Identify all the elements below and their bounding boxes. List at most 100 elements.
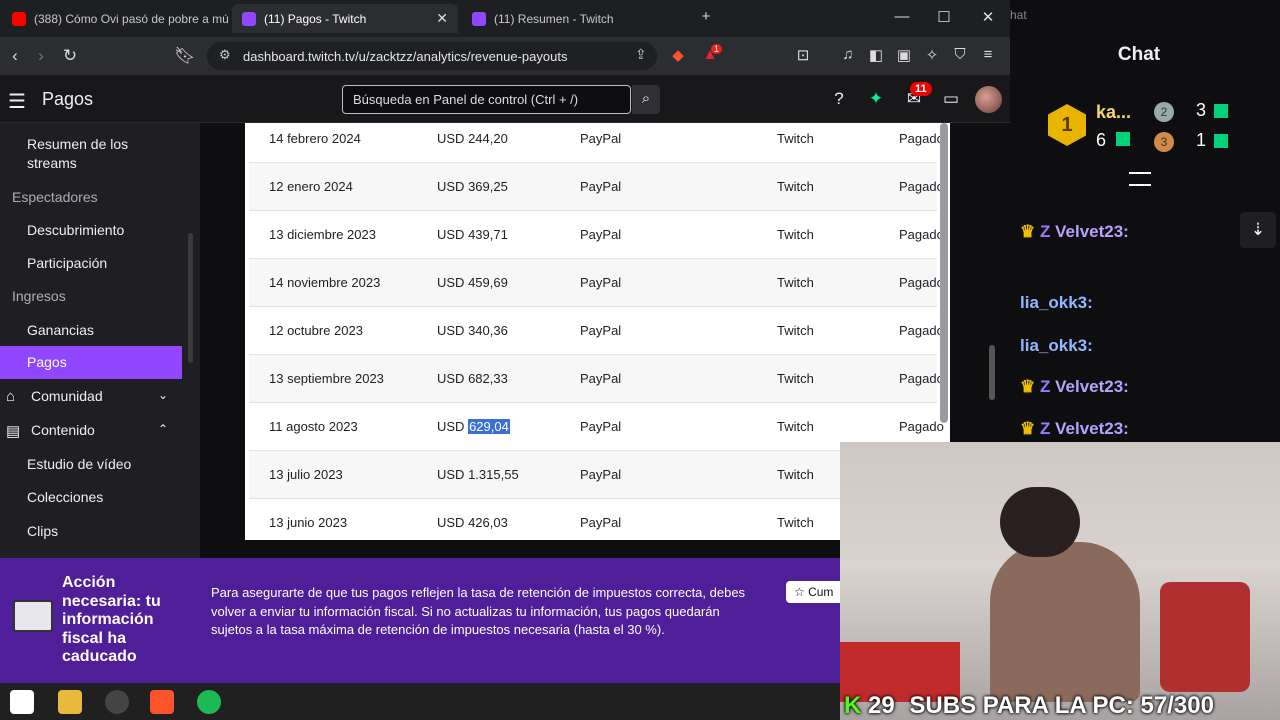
payout-source: Twitch [777,419,814,434]
collapse-icon[interactable] [1129,172,1151,186]
help-icon[interactable]: ? [828,89,850,109]
star-icon: ☆ [794,585,809,599]
payout-status: Pagado [899,179,944,194]
dashboard-sidebar: Resumen de los streams Espectadores Desc… [0,123,200,615]
payout-date: 11 agosto 2023 [269,419,358,434]
payout-currency: USD [437,275,465,290]
payout-status: Pagado [899,419,944,434]
sidebar-item-discovery[interactable]: Descubrimiento [0,222,182,238]
sidebar-item-video-studio[interactable]: Estudio de vídeo [0,456,182,472]
payout-value: 459,69 [468,275,508,290]
payout-date: 13 junio 2023 [269,515,348,530]
address-bar[interactable]: ⚙ dashboard.twitch.tv/u/zacktzz/analytic… [207,42,657,70]
content-icon: ▤ [6,423,21,440]
payout-method: PayPal [580,371,622,386]
sidebar-scrollbar[interactable] [188,233,193,363]
vpn-icon[interactable]: ⛉ [950,46,970,63]
browser-tab-active[interactable]: (11) Pagos - Twitch ✕ [232,4,458,33]
leo-ai-icon[interactable]: ✧ [922,46,942,64]
sidebar-item-engagement[interactable]: Participación [0,255,182,271]
sidebar-group-community[interactable]: ⌂ Comunidad ⌄ [0,388,182,405]
sidebar-section-revenue: Ingresos [12,288,66,304]
tab-search-icon[interactable]: ⊡ [793,46,813,64]
media-icon[interactable]: ♫ [838,46,858,63]
community-icon: ⌂ [6,388,16,405]
table-scrollbar[interactable] [940,123,948,423]
maximize-icon[interactable]: ☐ [934,8,954,26]
chat-username[interactable]: lia_okk3: [1020,336,1093,355]
top-gifter-count: 6 [1096,130,1107,150]
payout-method: PayPal [580,275,622,290]
new-tab-button[interactable]: + [696,8,716,25]
z-badge-icon: Z [1039,377,1051,396]
chat-message: lia_okk3: [1020,336,1093,356]
sidebar-icon[interactable]: ◧ [866,46,886,64]
brave-icon[interactable] [150,690,174,714]
menu-icon[interactable]: ≡ [978,46,998,63]
minimize-icon[interactable]: — [892,8,912,25]
site-settings-icon[interactable]: ⚙ [219,47,231,63]
sidebar-item-clips[interactable]: Clips [0,523,182,539]
payout-row: 13 junio 2023USD 426,03PayPalTwitchPagad… [249,499,944,540]
payout-currency: USD [437,467,465,482]
payout-method: PayPal [580,419,622,434]
sidebar-item-earnings[interactable]: Ganancias [0,322,182,338]
payout-value: 1.315,55 [468,467,519,482]
notification-badge: 11 [910,82,932,96]
chat-username[interactable]: Velvet23: [1055,419,1129,438]
payout-method: PayPal [580,323,622,338]
close-tab-icon[interactable]: ✕ [436,10,448,27]
chat-tab-label: hat [1010,8,1027,22]
browser-tab[interactable]: (11) Resumen - Twitch [462,4,688,33]
youtube-icon [12,11,26,26]
reload-icon[interactable]: ↻ [59,46,81,66]
dashboard-search-input[interactable] [342,85,631,114]
chat-scrollbar[interactable] [989,345,995,400]
payout-row: 13 septiembre 2023 USD 682,33 PayPal Twitch… [249,355,944,403]
payout-currency: USD [437,419,465,434]
bookmark-icon[interactable]: 🔖︎ [174,46,196,66]
tab-title: (11) Resumen - Twitch [494,11,614,26]
chevron-down-icon: ⌄ [158,388,169,402]
tax-notice-banner: Acción necesaria: tu información fiscal … [0,558,866,683]
crown-badge-icon: ♛ [1020,377,1036,396]
sidebar-group-content[interactable]: ▤ Contenido ⌃ [0,422,182,440]
chat-message: ♛ Z Velvet23: [1020,222,1129,242]
payout-status: Pagado [899,131,944,146]
pin-icon[interactable]: ⇣ [1240,212,1276,248]
forward-icon[interactable]: › [30,46,52,66]
third-gifter-count: 1 [1196,130,1207,150]
close-window-icon[interactable]: ✕ [978,8,998,26]
chat-username[interactable]: Velvet23: [1055,222,1129,241]
payout-source: Twitch [777,275,814,290]
browser-tab[interactable]: (388) Cómo Ovi pasó de pobre a mú [2,4,228,33]
file-explorer-icon[interactable] [58,690,82,714]
chat-username[interactable]: lia_okk3: [1020,293,1093,312]
payout-row: 13 diciembre 2023 USD 439,71 PayPal Twitch P… [249,211,944,259]
payout-currency: USD [437,131,465,146]
obs-icon[interactable] [105,690,129,714]
chat-title: Chat [1117,44,1161,65]
sidebar-item-collections[interactable]: Colecciones [0,489,182,505]
back-icon[interactable]: ‹ [4,46,26,66]
windows-start-icon[interactable] [10,690,34,714]
sidebar-item-stream-summary[interactable]: Resumen de los streams [0,135,150,173]
hamburger-menu-icon[interactable]: ☰ [8,89,26,114]
payout-amount: USD 1.315,55 [437,467,519,482]
brave-shields-icon[interactable]: ◆ [668,46,688,64]
payout-source: Twitch [777,323,814,338]
payout-method: PayPal [580,467,622,482]
share-icon[interactable]: ⇪ [635,46,647,63]
user-avatar[interactable] [975,86,1002,113]
search-icon[interactable]: ⌕ [632,85,660,114]
wallet-icon[interactable]: ▣ [894,46,914,64]
bits-icon[interactable]: ✦ [865,89,887,109]
sidebar-item-payouts[interactable]: Pagos [0,346,182,379]
chat-username[interactable]: Velvet23: [1055,377,1129,396]
banner-heading: Acción necesaria: tu información fiscal … [62,574,161,665]
spotify-icon[interactable] [197,690,221,714]
whispers-icon[interactable]: ▭ [940,89,962,109]
payout-date: 14 febrero 2024 [269,131,361,146]
tab-title: (388) Cómo Ovi pasó de pobre a mú [34,11,228,26]
crown-badge-icon: ♛ [1020,222,1036,241]
